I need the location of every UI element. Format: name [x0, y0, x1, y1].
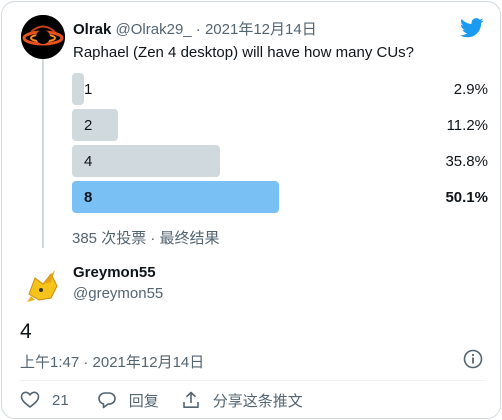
tweet1-display-name[interactable]: Olrak [73, 21, 111, 38]
poll-bar-2 [72, 109, 118, 141]
share-button[interactable]: 分享这条推文 [181, 390, 303, 411]
share-label: 分享这条推文 [212, 392, 303, 410]
poll-option-label: 4 [84, 153, 93, 170]
poll-option-percent: 35.8% [445, 153, 488, 170]
poll-option-label: 2 [84, 117, 93, 134]
tweet1-date[interactable]: 2021年12月14日 [205, 21, 317, 38]
like-button[interactable]: 21 [20, 390, 69, 410]
poll-option-2: 2 11.2% [72, 109, 488, 141]
action-bar: 21 回复 分享这条推文 [20, 388, 303, 412]
actions-divider [20, 380, 486, 381]
tweet1-header: Olrak @Olrak29_ · 2021年12月14日 [73, 18, 317, 39]
header-separator: · [191, 21, 205, 38]
tweet1-handle[interactable]: @Olrak29_ [116, 21, 192, 38]
heart-icon [20, 391, 40, 408]
tweet2-handle[interactable]: @greymon55 [73, 285, 163, 302]
poll-option-label: 8 [84, 189, 93, 206]
poll-option-4: 4 35.8% [72, 145, 488, 177]
greymon-avatar[interactable] [21, 264, 65, 308]
poll-option-percent: 11.2% [446, 117, 488, 134]
tweet2-timestamp[interactable]: 上午1:47 · 2021年12月14日 [20, 351, 204, 372]
poll-bar-1 [72, 73, 84, 105]
poll-option-percent: 2.9% [453, 81, 488, 98]
tweet2-display-name[interactable]: Greymon55 [73, 264, 156, 281]
poll-bar-4 [72, 145, 220, 177]
poll-option-8: 8 50.1% [72, 181, 488, 213]
embedded-tweet-card: Olrak @Olrak29_ · 2021年12月14日 Raphael (Z… [1, 1, 501, 419]
twitter-bird-icon[interactable] [460, 18, 484, 38]
poll-footer: 385 次投票 · 最终结果 [72, 230, 220, 247]
tweet2-text: 4 [20, 320, 32, 343]
reply-label: 回复 [128, 392, 159, 410]
reply-icon [97, 392, 116, 409]
poll-bar-8 [72, 181, 279, 213]
poll-option-1: 1 2.9% [72, 73, 488, 105]
poll-question: Raphael (Zen 4 desktop) will have how ma… [73, 44, 414, 61]
info-icon[interactable] [463, 349, 483, 369]
like-count: 21 [52, 391, 69, 409]
poll-option-percent: 50.1% [445, 189, 488, 206]
thread-line [42, 58, 44, 248]
reply-button[interactable]: 回复 [97, 390, 159, 411]
share-icon [182, 391, 199, 408]
poll-option-label: 1 [84, 81, 93, 98]
olrak-avatar[interactable] [21, 15, 65, 59]
